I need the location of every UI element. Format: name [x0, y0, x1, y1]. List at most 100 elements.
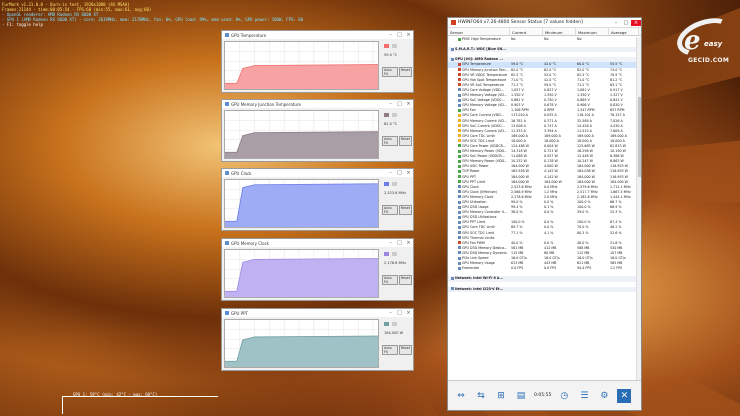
close-icon[interactable]: ×	[631, 19, 641, 26]
graph-current-value: 2,178.6 MHz	[384, 261, 406, 265]
sensor-group-row[interactable]: Network: Intel Wi-Fi 6 A...	[448, 276, 637, 282]
minimize-icon[interactable]: –	[386, 170, 395, 176]
graph-titlebar[interactable]: GPU Temperature – □ ×	[222, 31, 413, 39]
maximize-icon[interactable]: □	[621, 20, 631, 26]
auto-fit-button[interactable]: Auto Fit	[382, 275, 398, 285]
scrollbar-thumb[interactable]	[638, 97, 641, 177]
graph-titlebar[interactable]: GPU PPT – □ ×	[222, 309, 413, 317]
sensor-icon	[458, 246, 461, 250]
sensor-icon	[458, 231, 461, 235]
close-icon[interactable]: ×	[404, 101, 413, 107]
column-minimum[interactable]: Minimum	[543, 28, 576, 35]
close-icon[interactable]: ×	[404, 170, 413, 176]
close-icon[interactable]: ×	[404, 240, 413, 246]
maximize-icon[interactable]: □	[395, 32, 404, 38]
column-current[interactable]: Current	[510, 28, 543, 35]
graph-color-swatch[interactable]	[384, 252, 389, 256]
reset-button[interactable]: Reset	[398, 136, 412, 146]
graph-bg-swatch[interactable]	[392, 44, 397, 48]
graph-side-panel: 164.000 W Auto Fit Reset	[382, 319, 412, 368]
column-sensor[interactable]: Sensor	[448, 28, 510, 35]
chart-icon[interactable]: ▤	[514, 389, 528, 403]
reset-button[interactable]: Reset	[398, 275, 412, 285]
sensor-row[interactable]: Framerate 0.0 FPS 0.0 FPS 94.4 FPS 1.2 FPS	[448, 266, 637, 271]
graph-bg-swatch[interactable]	[392, 252, 397, 256]
network-icon[interactable]: ⊞	[494, 389, 508, 403]
graph-app-icon	[225, 241, 229, 245]
sensor-icon	[458, 251, 461, 255]
hwinfo-toolbar: ⇔ ⇆ ⊞ ▤ 0:05:55 ◷ ☰ ⚙ ✕	[448, 380, 641, 410]
graph-color-swatch[interactable]	[384, 182, 389, 186]
minimize-icon[interactable]: –	[386, 32, 395, 38]
graph-window[interactable]: GPU Temperature – □ × 59.0 °C Auto Fit Reset	[221, 30, 414, 93]
sensor-icon	[458, 236, 461, 240]
sensor-average	[609, 287, 637, 292]
sensor-icon	[458, 190, 461, 194]
sensor-row[interactable]: PMIC High Temperature No No No	[448, 37, 637, 42]
hwinfo-titlebar[interactable]: HWiNFO64 v7.26-4800 Sensor Status [7 val…	[448, 18, 641, 28]
graph-bg-swatch[interactable]	[392, 322, 397, 326]
close-icon[interactable]: ×	[404, 310, 413, 316]
graph-window[interactable]: GPU PPT – □ × 164.000 W Auto Fit Reset	[221, 308, 414, 371]
sensor-icon	[458, 205, 461, 209]
sensor-name: Network: Intel I225-V Et...	[448, 287, 510, 292]
maximize-icon[interactable]: □	[395, 101, 404, 107]
sensor-minimum: No	[544, 37, 549, 41]
furmark-line-4: - GPU 1 (AMD Radeon RX 6600 XT) - core: …	[2, 17, 304, 22]
maximize-icon[interactable]: □	[395, 240, 404, 246]
exit-button-icon[interactable]: ✕	[617, 388, 632, 403]
sensor-minimum: 0.0 FPS	[544, 266, 557, 271]
sensor-icon	[458, 68, 461, 72]
graph-titlebar[interactable]: GPU Clock – □ ×	[222, 169, 413, 177]
expand-icon[interactable]	[451, 287, 454, 291]
graph-color-swatch[interactable]	[384, 44, 389, 48]
graph-color-swatch[interactable]	[384, 113, 389, 117]
graph-titlebar[interactable]: GPU Memory Junction Temperature – □ ×	[222, 100, 413, 108]
graph-color-swatch[interactable]	[384, 322, 389, 326]
maximize-icon[interactable]: □	[395, 310, 404, 316]
graph-bg-swatch[interactable]	[392, 182, 397, 186]
sensor-icon	[458, 37, 461, 41]
hwinfo-sensor-window[interactable]: HWiNFO64 v7.26-4800 Sensor Status [7 val…	[447, 17, 642, 411]
graph-plot	[224, 249, 379, 298]
auto-fit-button[interactable]: Auto Fit	[382, 345, 398, 355]
list-icon[interactable]: ☰	[577, 389, 591, 403]
close-icon[interactable]: ×	[404, 32, 413, 38]
reset-button[interactable]: Reset	[398, 345, 412, 355]
column-maximum[interactable]: Maximum	[576, 28, 609, 35]
graph-titlebar[interactable]: GPU Memory Clock – □ ×	[222, 239, 413, 247]
minimize-icon[interactable]: –	[386, 240, 395, 246]
expand-icon[interactable]	[451, 57, 454, 61]
vertical-scrollbar[interactable]	[636, 37, 641, 382]
minimize-icon[interactable]: –	[386, 310, 395, 316]
expand-icon[interactable]	[451, 47, 454, 51]
auto-fit-button[interactable]: Auto Fit	[382, 205, 398, 215]
graph-window[interactable]: GPU Memory Junction Temperature – □ × 82.0 °…	[221, 99, 414, 162]
minimize-icon[interactable]: –	[386, 101, 395, 107]
reset-button[interactable]: Reset	[398, 67, 412, 77]
minimize-icon[interactable]: –	[611, 20, 621, 26]
sensor-maximum: 94.4 FPS	[577, 266, 592, 271]
sensor-icon	[458, 220, 461, 224]
expand-icon[interactable]	[451, 276, 454, 280]
auto-fit-button[interactable]: Auto Fit	[382, 67, 398, 77]
graph-current-value: 59.0 °C	[384, 53, 398, 57]
graph-app-icon	[225, 102, 229, 106]
column-average[interactable]: Average	[609, 28, 639, 35]
sensor-group-row[interactable]: Network: Intel I225-V Et...	[448, 286, 637, 292]
graph-window[interactable]: GPU Clock – □ × 2,523.6 MHz Auto Fit Reset	[221, 168, 414, 231]
reset-button[interactable]: Reset	[398, 205, 412, 215]
sensor-group-row[interactable]: S.M.A.R.T.: WDC [Blue SN...	[448, 47, 637, 53]
auto-fit-button[interactable]: Auto Fit	[382, 136, 398, 146]
graph-bg-swatch[interactable]	[392, 113, 397, 117]
clock-icon[interactable]: ◷	[557, 389, 571, 403]
arrow-left-right-icon[interactable]: ⇔	[454, 389, 468, 403]
maximize-icon[interactable]: □	[395, 170, 404, 176]
arrow-double-icon[interactable]: ⇆	[474, 389, 488, 403]
graph-title: GPU PPT	[231, 310, 248, 316]
graph-area	[225, 64, 378, 89]
sensor-icon	[458, 98, 461, 102]
graph-window[interactable]: GPU Memory Clock – □ × 2,178.6 MHz Auto Fit Re…	[221, 238, 414, 301]
sensor-icon	[458, 73, 461, 77]
gear-icon[interactable]: ⚙	[597, 389, 611, 403]
